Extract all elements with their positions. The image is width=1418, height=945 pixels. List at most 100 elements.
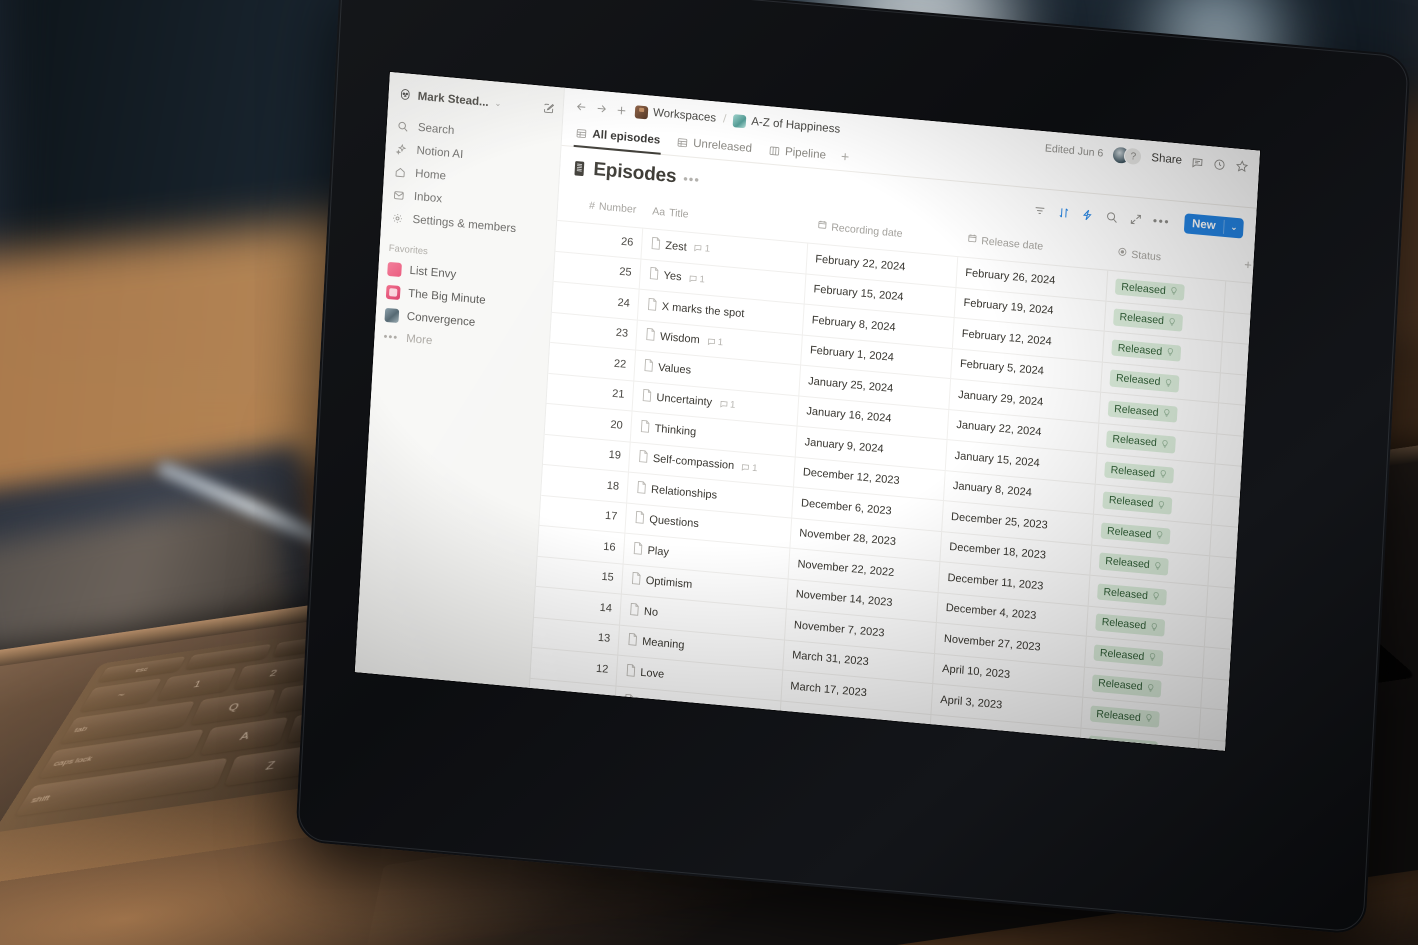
arrow-left-icon[interactable] — [575, 99, 589, 113]
cell-spacer — [1221, 342, 1249, 374]
breadcrumb-workspaces[interactable]: Workspaces — [634, 104, 717, 125]
status-badge: Released — [1100, 521, 1171, 545]
edit-square-icon[interactable] — [542, 101, 555, 114]
workspace-icon — [634, 104, 649, 119]
pink-dash-icon — [387, 261, 402, 277]
episodes-table: # Number Aa Title Recording date Release… — [529, 183, 1255, 751]
tab-label: Pipeline — [784, 145, 827, 162]
cell-spacer — [1219, 373, 1247, 405]
sidebar-item-label: Notion AI — [416, 144, 464, 161]
status-label: Released — [1121, 280, 1167, 297]
sort-icon[interactable] — [1057, 205, 1071, 219]
plus-icon[interactable] — [615, 103, 629, 117]
status-badge: Released — [1107, 399, 1179, 423]
status-label: Released — [1104, 554, 1151, 571]
cell-spacer — [1205, 617, 1233, 649]
status-label: Released — [1110, 463, 1156, 480]
comment-icon[interactable] — [1191, 155, 1205, 169]
calendar-icon — [967, 233, 978, 247]
comment-count[interactable]: 1 — [693, 243, 710, 255]
cell-title-text: Zest — [665, 239, 688, 254]
keyboard-key[interactable]: A — [200, 716, 289, 756]
breadcrumb-separator: / — [722, 113, 727, 126]
page-icon — [627, 633, 639, 650]
tab-label: All episodes — [592, 128, 661, 147]
status-badge: Released — [1091, 674, 1163, 698]
comment-count-value: 1 — [704, 243, 711, 255]
laptop: esc ~1234567890-=delete tabQWERTYUIOP[]\… — [0, 0, 1418, 945]
plus-icon: + — [1243, 256, 1253, 273]
status-badge: Released — [1113, 308, 1184, 332]
filter-icon[interactable] — [1033, 203, 1047, 217]
status-label: Released — [1117, 341, 1163, 358]
chevron-down-icon: ⌄ — [494, 98, 502, 109]
comment-count[interactable]: 1 — [741, 461, 758, 474]
breadcrumb-page[interactable]: A-Z of Happiness — [732, 113, 841, 137]
sidebar-item-label: The Big Minute — [407, 287, 486, 307]
star-icon[interactable] — [1235, 159, 1250, 174]
sidebar-item-label: Inbox — [413, 190, 443, 205]
comment-count[interactable]: 1 — [706, 336, 723, 348]
avatar-placeholder[interactable]: ? — [1123, 146, 1143, 167]
cell-title-text: X marks the spot — [661, 300, 745, 320]
home-icon — [393, 164, 408, 179]
cell-title-text: Questions — [648, 513, 700, 531]
status-badge: Released — [1109, 369, 1180, 393]
page-icon — [637, 450, 649, 467]
workspace-name: Mark Stead... — [417, 90, 490, 109]
pink-square-icon — [385, 284, 401, 300]
cell-spacer — [1201, 678, 1229, 710]
cell-title-text: Relationships — [650, 483, 718, 502]
add-view-button[interactable]: + — [840, 148, 850, 168]
page-icon — [632, 541, 644, 558]
page-cover-icon — [732, 113, 747, 128]
status-badge: Released — [1111, 338, 1182, 362]
cell-spacer — [1210, 525, 1238, 557]
cell-spacer — [1207, 586, 1235, 618]
hash-icon: # — [588, 199, 596, 212]
status-badge: Released — [1114, 277, 1186, 301]
column-label: Title — [668, 206, 689, 221]
column-header-actions: + ••• — [1226, 244, 1254, 286]
table-icon — [676, 136, 689, 149]
cell-title-text: Uncertainty — [656, 391, 713, 409]
laptop-screen: Mark Stead... ⌄ Search Notion AI Home In… — [354, 72, 1260, 751]
page-icon — [645, 328, 657, 345]
arrow-right-icon[interactable] — [595, 101, 609, 115]
board-icon — [768, 144, 781, 157]
page-options-icon[interactable]: ••• — [683, 170, 701, 187]
column-label: Number — [598, 200, 637, 216]
collaborator-avatars[interactable]: ? — [1111, 145, 1143, 167]
status-label: Released — [1099, 646, 1145, 663]
status-label: Released — [1103, 585, 1149, 602]
status-badge: Released — [1089, 704, 1161, 728]
page-icon — [648, 267, 660, 284]
add-column-button[interactable]: + ••• — [1235, 251, 1255, 281]
comment-count[interactable]: 1 — [688, 273, 705, 285]
chevron-down-icon[interactable]: ⌄ — [1224, 218, 1244, 237]
search-icon[interactable] — [1105, 210, 1119, 224]
clock-icon[interactable] — [1213, 157, 1227, 171]
page-title: Episodes — [592, 158, 677, 188]
table-body: 26 Zest 1 February 22, 2024 February 26, 202… — [529, 220, 1253, 751]
ellipsis-icon: ••• — [383, 330, 399, 344]
lightning-icon[interactable] — [1081, 207, 1095, 221]
cell-title-text: Meaning — [641, 635, 685, 652]
status-label: Released — [1101, 615, 1147, 632]
expand-icon[interactable] — [1129, 212, 1143, 226]
sidebar: Mark Stead... ⌄ Search Notion AI Home In… — [354, 72, 565, 688]
cell-spacer — [1200, 708, 1228, 740]
comment-count[interactable]: 1 — [719, 398, 736, 411]
teal-photo-icon — [384, 307, 400, 323]
cell-title-text: Thinking — [654, 422, 697, 439]
ellipsis-icon[interactable]: ••• — [1153, 213, 1171, 229]
cell-spacer — [1223, 312, 1251, 344]
database-icon — [572, 160, 587, 177]
cell-title-text: Love — [640, 666, 665, 681]
cell-spacer — [1203, 647, 1231, 679]
inbox-icon — [391, 187, 406, 202]
share-button[interactable]: Share — [1151, 152, 1182, 167]
new-button[interactable]: New ⌄ — [1183, 213, 1244, 239]
gear-icon — [390, 210, 405, 225]
breadcrumb-label: Workspaces — [652, 106, 717, 125]
